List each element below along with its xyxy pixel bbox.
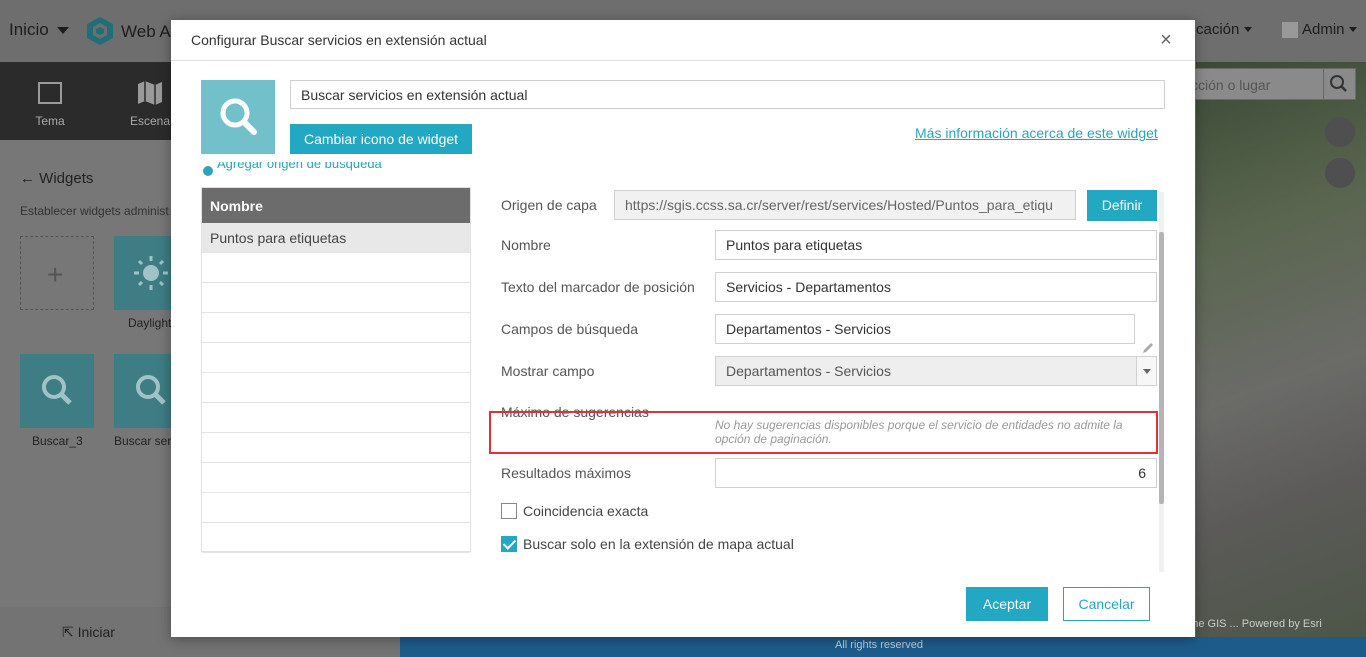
table-row <box>202 463 470 493</box>
form-scrollbar[interactable] <box>1159 192 1164 572</box>
dialog-title: Configurar Buscar servicios en extensión… <box>191 32 487 48</box>
widget-tile-label: Buscar ser <box>114 434 172 448</box>
header-menu-label: cación <box>1196 21 1240 38</box>
add-widget-tile[interactable]: + <box>20 236 94 310</box>
display-field-select[interactable]: Departamentos - Servicios <box>715 356 1157 386</box>
extent-only-label: Buscar solo en la extensión de mapa actu… <box>523 536 794 552</box>
theme-icon <box>38 82 62 104</box>
placeholder-label: Texto del marcador de posición <box>501 279 695 295</box>
table-row <box>202 343 470 373</box>
define-button[interactable]: Definir <box>1087 190 1157 221</box>
add-search-source-link[interactable]: Agregar origen de búsqueda <box>201 162 421 176</box>
more-info-link[interactable]: Más información acerca de este widget <box>915 125 1158 141</box>
table-row[interactable]: Puntos para etiquetas <box>202 223 470 253</box>
iniciar-button[interactable]: ⇱ Iniciar <box>62 624 115 641</box>
inicio-label: Inicio <box>9 20 49 39</box>
search-fields-label: Campos de búsqueda <box>501 321 638 337</box>
search-sources-table: Nombre Puntos para etiquetas <box>201 187 471 553</box>
user-menu[interactable]: Admin <box>1282 21 1357 38</box>
avatar <box>1282 21 1298 38</box>
inicio-menu[interactable]: Inicio <box>9 20 69 40</box>
compass-icon[interactable] <box>1325 117 1355 147</box>
search-icon <box>1330 75 1347 92</box>
change-icon-button[interactable]: Cambiar icono de widget <box>290 124 472 154</box>
widgets-title: Widgets <box>39 170 94 187</box>
widget-tile-label: Daylight <box>128 316 172 330</box>
pencil-icon[interactable] <box>1141 341 1155 355</box>
tab-tema[interactable]: Tema <box>0 62 100 140</box>
search-icon <box>220 98 257 135</box>
rights-text: All rights reserved <box>835 639 924 651</box>
table-row <box>202 373 470 403</box>
plus-icon: + <box>47 259 64 290</box>
widget-tile-label: Buscar_3 <box>32 434 83 448</box>
table-row <box>202 403 470 433</box>
table-row <box>202 493 470 523</box>
configure-widget-dialog: Configurar Buscar servicios en extensión… <box>171 20 1195 637</box>
placeholder-input[interactable]: Servicios - Departamentos <box>715 272 1157 302</box>
map-attribution: d the GIS ... Powered by Esri <box>1180 618 1322 630</box>
search-fields-input: Departamentos - Servicios <box>715 314 1135 344</box>
table-header: Nombre <box>202 188 470 223</box>
chevron-down-icon <box>1348 27 1357 32</box>
map-preview[interactable] <box>1196 62 1366 637</box>
widgets-subtitle: Establecer widgets administ <box>20 204 169 218</box>
webappbuilder-logo-icon <box>87 17 113 45</box>
display-field-value: Departamentos - Servicios <box>726 363 891 379</box>
name-label: Nombre <box>501 237 551 253</box>
close-icon[interactable]: × <box>1157 30 1175 50</box>
scrollbar-thumb[interactable] <box>1159 232 1164 504</box>
chevron-down-icon <box>1244 27 1253 32</box>
table-row <box>202 313 470 343</box>
extent-only-checkbox[interactable] <box>501 536 517 552</box>
source-settings-form: Origen de capa https://sgis.ccss.sa.cr/s… <box>489 190 1161 575</box>
arrow-left-icon: ← <box>20 170 35 187</box>
chevron-down-icon <box>56 26 69 34</box>
chevron-down-icon <box>1136 357 1156 385</box>
fullscreen-icon[interactable] <box>1325 158 1355 188</box>
widgets-back-link[interactable]: ← Widgets <box>20 170 93 187</box>
map-search-button[interactable] <box>1323 69 1355 99</box>
map-search-input[interactable]: cción o lugar <box>1176 68 1356 100</box>
name-input[interactable]: Puntos para etiquetas <box>715 230 1157 260</box>
widget-name-input[interactable]: Buscar servicios en extensión actual <box>290 80 1165 109</box>
user-name: Admin <box>1302 21 1345 38</box>
table-row <box>202 523 470 553</box>
app-title: Web A <box>121 22 171 41</box>
search-icon <box>42 375 72 405</box>
max-results-label: Resultados máximos <box>501 465 631 481</box>
widget-icon-preview <box>201 80 275 154</box>
map-search-placeholder: cción o lugar <box>1191 77 1271 93</box>
iniciar-label: Iniciar <box>77 624 115 640</box>
layer-source-label: Origen de capa <box>501 197 597 213</box>
external-link-icon: ⇱ <box>62 624 74 640</box>
header-menu[interactable]: cación <box>1196 21 1253 38</box>
map-icon <box>138 81 162 105</box>
cancel-button[interactable]: Cancelar <box>1063 587 1150 621</box>
display-field-label: Mostrar campo <box>501 363 595 379</box>
footer-bar: All rights reserved <box>400 637 1366 657</box>
plus-circle-icon <box>203 166 213 176</box>
table-row <box>202 253 470 283</box>
tab-label: Tema <box>35 114 65 128</box>
exact-match-label: Coincidencia exacta <box>523 503 649 519</box>
table-row <box>202 283 470 313</box>
add-source-label: Agregar origen de búsqueda <box>217 162 382 171</box>
layer-source-field: https://sgis.ccss.sa.cr/server/rest/serv… <box>614 190 1076 220</box>
exact-match-checkbox[interactable] <box>501 503 517 519</box>
highlight-box <box>489 411 1158 454</box>
max-results-input[interactable]: 6 <box>715 458 1157 488</box>
divider <box>171 60 1195 61</box>
table-row <box>202 433 470 463</box>
ok-button[interactable]: Aceptar <box>966 587 1048 621</box>
widget-tile-buscar-3[interactable] <box>20 354 94 428</box>
